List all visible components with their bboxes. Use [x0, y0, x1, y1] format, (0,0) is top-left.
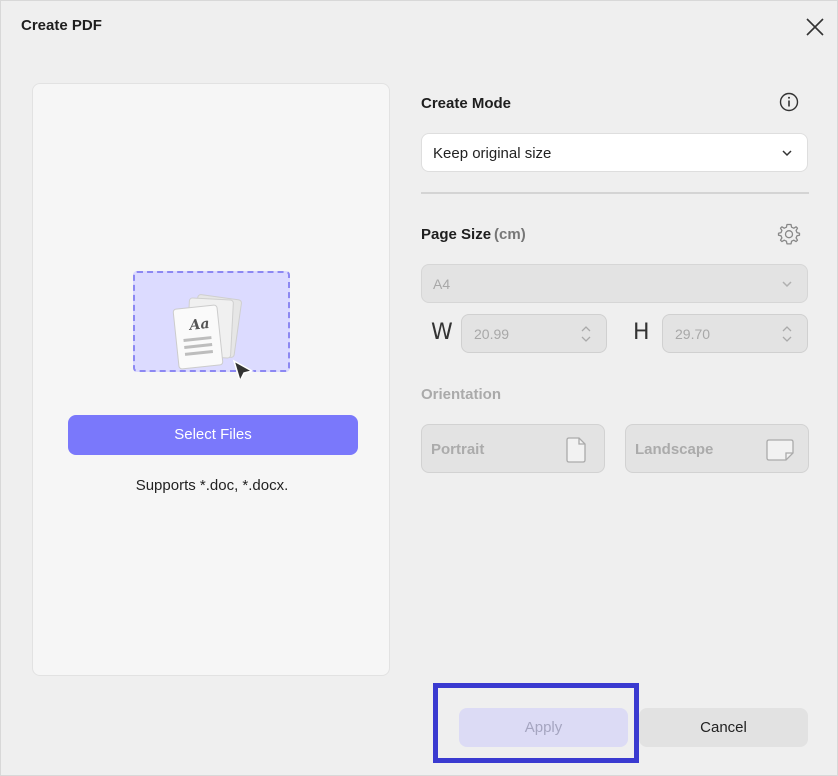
height-value: 29.70: [675, 326, 711, 342]
page-size-label-text: Page Size: [421, 226, 492, 243]
portrait-button[interactable]: Portrait: [421, 424, 605, 473]
cancel-button[interactable]: Cancel: [639, 708, 808, 747]
stepper-arrows-icon[interactable]: [580, 324, 592, 344]
close-icon: [806, 18, 824, 36]
width-input[interactable]: 20.99: [461, 314, 607, 353]
supported-formats-text: Supports *.doc, *.docx.: [135, 477, 289, 494]
page-size-settings-button[interactable]: [777, 222, 801, 246]
orientation-label: Orientation: [421, 386, 502, 403]
page-size-unit: (cm): [494, 226, 526, 243]
apply-button[interactable]: Apply: [459, 708, 628, 747]
create-mode-selected: Keep original size: [433, 145, 552, 162]
section-divider: [421, 192, 809, 194]
width-label: W: [431, 320, 453, 345]
create-pdf-dialog: Create PDF Aa Select Files Supports *.do…: [0, 0, 838, 776]
page-size-label: Page Size (cm): [421, 226, 526, 243]
info-icon[interactable]: [777, 90, 801, 114]
portrait-page-icon: [566, 437, 586, 463]
landscape-button[interactable]: Landscape: [625, 424, 809, 473]
dialog-title: Create PDF: [21, 17, 102, 34]
gear-icon: [777, 223, 801, 245]
create-mode-label: Create Mode: [421, 95, 512, 112]
page-size-preset-value: A4: [433, 276, 451, 292]
width-value: 20.99: [474, 326, 510, 342]
height-input[interactable]: 29.70: [662, 314, 808, 353]
portrait-label: Portrait: [431, 441, 485, 458]
document-illustration: Aa: [168, 289, 258, 384]
stepper-arrows-icon[interactable]: [781, 324, 793, 344]
illustration-text: Aa: [187, 316, 210, 334]
landscape-label: Landscape: [635, 441, 714, 458]
create-mode-dropdown[interactable]: Keep original size: [421, 133, 808, 172]
cursor-icon: [232, 359, 255, 384]
select-files-button[interactable]: Select Files: [68, 415, 358, 455]
height-label: H: [633, 320, 650, 345]
landscape-page-icon: [766, 439, 794, 461]
file-drop-panel: Aa Select Files Supports *.doc, *.docx.: [32, 83, 390, 676]
chevron-down-icon: [782, 281, 792, 288]
page-size-preset-dropdown[interactable]: A4: [421, 264, 808, 303]
chevron-down-icon: [782, 150, 792, 157]
close-button[interactable]: [801, 13, 829, 41]
